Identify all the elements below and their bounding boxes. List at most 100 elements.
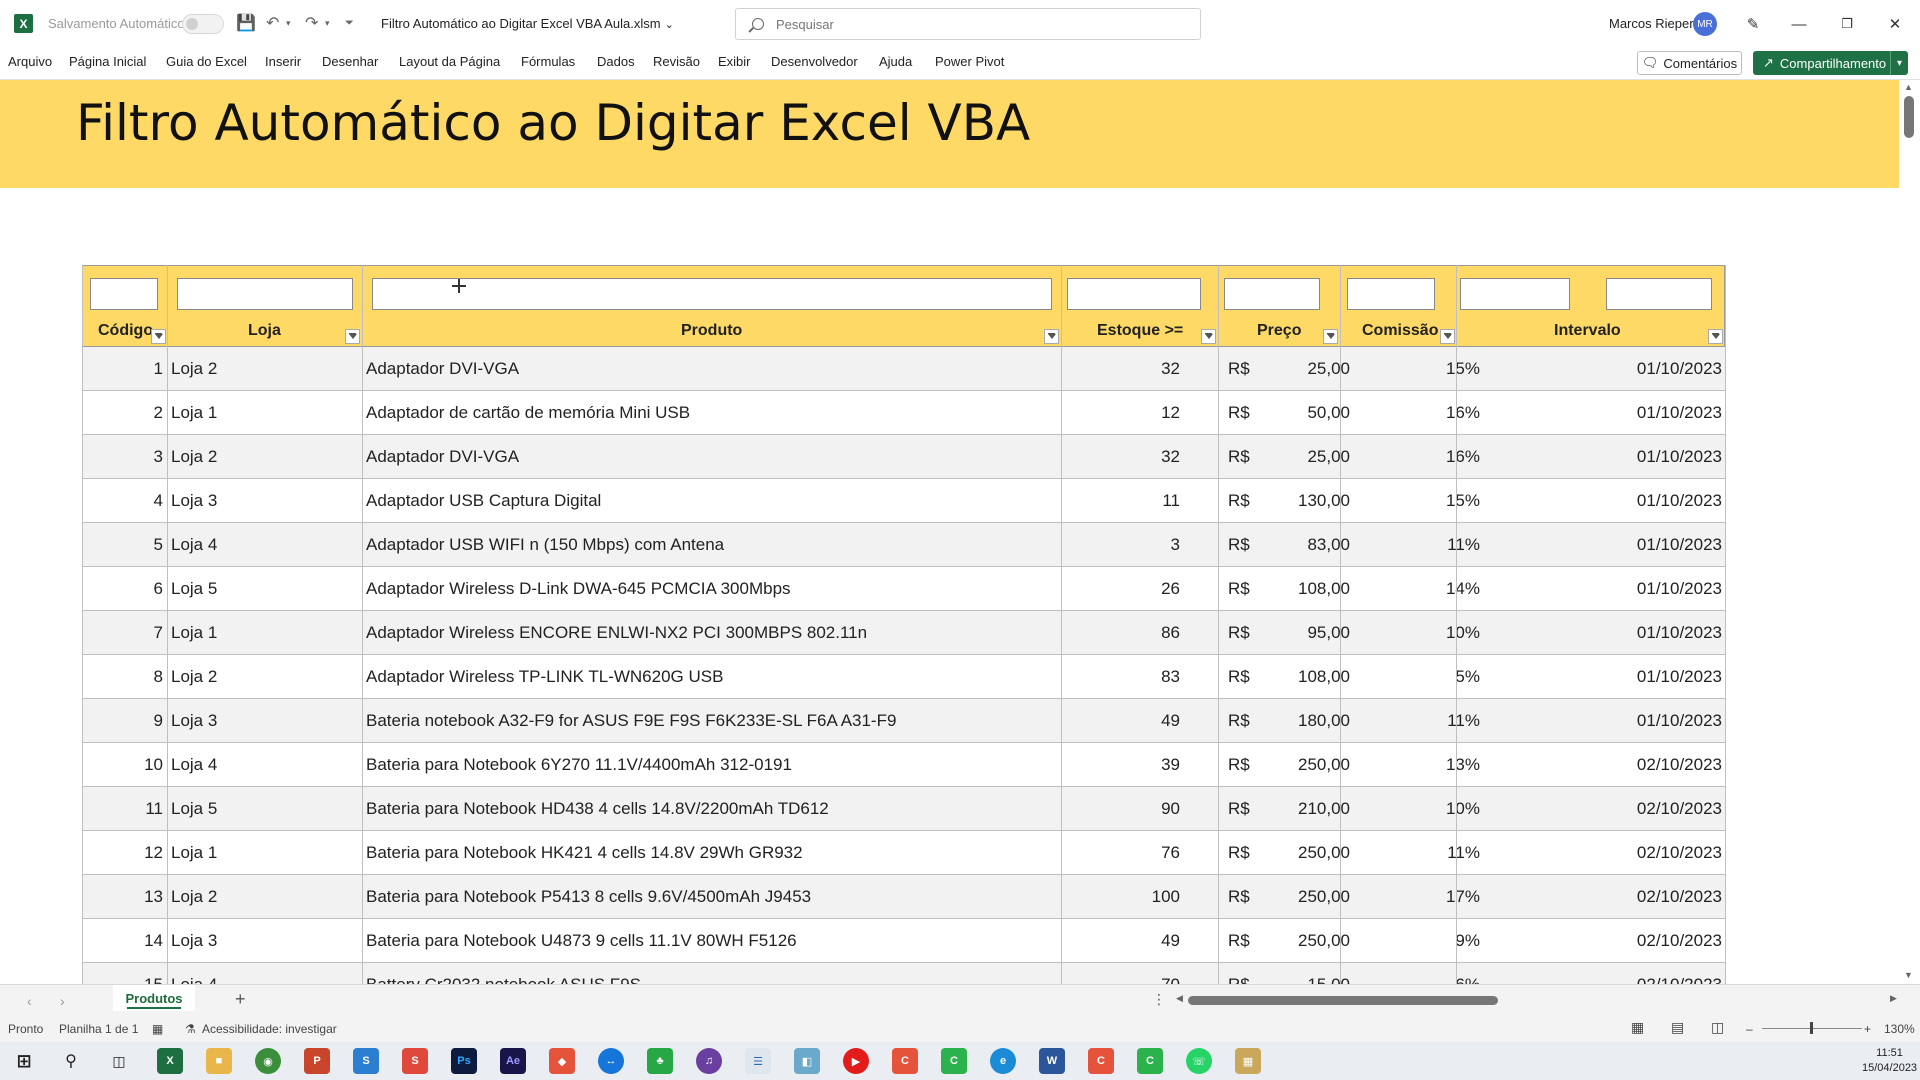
cell-intervalo[interactable]: 01/10/2023 <box>1489 347 1725 391</box>
filter-input-preco[interactable] <box>1224 278 1320 310</box>
cell-currency-symbol[interactable]: R$ <box>1228 831 1258 875</box>
scroll-left-icon[interactable]: ◀ <box>1176 993 1183 1004</box>
app-s-blue-icon[interactable]: S <box>353 1048 379 1074</box>
cell-preco[interactable]: 250,00 <box>1258 831 1358 875</box>
zoom-level[interactable]: 130% <box>1884 1022 1915 1036</box>
cell-estoque[interactable]: 12 <box>1062 391 1190 435</box>
cell-preco[interactable]: 250,00 <box>1258 743 1358 787</box>
cell-currency-symbol[interactable]: R$ <box>1228 391 1258 435</box>
cell-codigo[interactable]: 4 <box>82 479 166 523</box>
table-row[interactable]: 13 Loja 2 Bateria para Notebook P5413 8 ce… <box>82 875 1726 919</box>
comments-button[interactable]: 🗨 Comentários <box>1637 51 1742 75</box>
zoom-slider-handle[interactable] <box>1810 1022 1813 1034</box>
after-effects-icon[interactable]: Ae <box>500 1048 526 1074</box>
filter-dropdown-icon[interactable] <box>1201 329 1216 344</box>
cell-preco[interactable]: 180,00 <box>1258 699 1358 743</box>
cell-produto[interactable]: Adaptador DVI-VGA <box>366 347 1056 391</box>
word-icon[interactable]: W <box>1039 1048 1065 1074</box>
cell-produto[interactable]: Adaptador Wireless TP-LINK TL-WN620G USB <box>366 655 1056 699</box>
tab-revisao[interactable]: Revisão <box>653 54 700 69</box>
filter-input-produto[interactable] <box>372 278 1052 310</box>
tab-formulas[interactable]: Fórmulas <box>521 54 575 69</box>
windows-start-icon[interactable]: ⊞ <box>11 1048 37 1074</box>
cell-intervalo[interactable]: 02/10/2023 <box>1489 875 1725 919</box>
cell-loja[interactable]: Loja 2 <box>171 875 361 919</box>
tab-arquivo[interactable]: Arquivo <box>8 54 52 69</box>
cell-codigo[interactable]: 2 <box>82 391 166 435</box>
filter-input-intervalo-inicio[interactable] <box>1460 278 1570 310</box>
page-layout-view-icon[interactable]: ▤ <box>1671 1019 1684 1036</box>
cell-intervalo[interactable]: 01/10/2023 <box>1489 391 1725 435</box>
cell-currency-symbol[interactable]: R$ <box>1228 611 1258 655</box>
app-c-green-2-icon[interactable]: C <box>1137 1048 1163 1074</box>
cell-preco[interactable]: 130,00 <box>1258 479 1358 523</box>
filter-dropdown-icon[interactable] <box>1440 329 1455 344</box>
sheet-tab-produtos[interactable]: Produtos <box>113 985 195 1011</box>
table-row[interactable]: 12 Loja 1 Bateria para Notebook HK421 4 ce… <box>82 831 1726 875</box>
edge-icon[interactable]: e <box>990 1048 1016 1074</box>
cell-loja[interactable]: Loja 1 <box>171 831 361 875</box>
close-button[interactable]: ✕ <box>1883 12 1907 36</box>
cell-codigo[interactable]: 3 <box>82 435 166 479</box>
app-c-red-icon[interactable]: C <box>892 1048 918 1074</box>
cell-currency-symbol[interactable]: R$ <box>1228 743 1258 787</box>
cell-intervalo[interactable]: 01/10/2023 <box>1489 523 1725 567</box>
cell-estoque[interactable]: 11 <box>1062 479 1190 523</box>
app-green-icon[interactable]: ♣ <box>647 1048 673 1074</box>
cell-currency-symbol[interactable]: R$ <box>1228 347 1258 391</box>
cell-intervalo[interactable]: 02/10/2023 <box>1489 787 1725 831</box>
cell-produto[interactable]: Bateria para Notebook U4873 9 cells 11.1… <box>366 919 1056 963</box>
tab-layout-da-pagina[interactable]: Layout da Página <box>399 54 500 69</box>
cell-preco[interactable]: 108,00 <box>1258 567 1358 611</box>
cell-estoque[interactable]: 90 <box>1062 787 1190 831</box>
cell-codigo[interactable]: 10 <box>82 743 166 787</box>
cell-comissao[interactable]: 11% <box>1372 699 1483 743</box>
restore-button[interactable]: ❐ <box>1835 12 1859 36</box>
task-view-icon[interactable]: ◫ <box>106 1048 132 1074</box>
scroll-up-icon[interactable]: ▲ <box>1904 82 1913 92</box>
table-row[interactable]: 5 Loja 4 Adaptador USB WIFI n (150 Mbps) c… <box>82 523 1726 567</box>
table-row[interactable]: 9 Loja 3 Bateria notebook A32-F9 for ASUS … <box>82 699 1726 743</box>
cell-estoque[interactable]: 100 <box>1062 875 1190 919</box>
cell-produto[interactable]: Bateria para Notebook P5413 8 cells 9.6V… <box>366 875 1056 919</box>
cell-produto[interactable]: Adaptador DVI-VGA <box>366 435 1056 479</box>
next-sheet-icon[interactable]: › <box>60 993 65 1009</box>
cell-estoque[interactable]: 39 <box>1062 743 1190 787</box>
document-icon[interactable]: ☰ <box>745 1048 771 1074</box>
tab-desenhar[interactable]: Desenhar <box>322 54 378 69</box>
horizontal-scroll-thumb[interactable] <box>1188 996 1498 1005</box>
table-row[interactable]: 4 Loja 3 Adaptador USB Captura Digital 11 R$… <box>82 479 1726 523</box>
cell-loja[interactable]: Loja 4 <box>171 743 361 787</box>
filter-input-loja[interactable] <box>177 278 353 310</box>
clock[interactable]: 11:51 15/04/2023 <box>1862 1046 1917 1076</box>
cell-produto[interactable]: Adaptador USB Captura Digital <box>366 479 1056 523</box>
file-explorer-icon[interactable]: ■ <box>206 1048 232 1074</box>
cell-codigo[interactable]: 9 <box>82 699 166 743</box>
tab-exibir[interactable]: Exibir <box>718 54 751 69</box>
minimize-button[interactable]: — <box>1787 12 1811 36</box>
cell-currency-symbol[interactable]: R$ <box>1228 655 1258 699</box>
cell-intervalo[interactable]: 01/10/2023 <box>1489 699 1725 743</box>
cell-intervalo[interactable]: 01/10/2023 <box>1489 611 1725 655</box>
cell-estoque[interactable]: 26 <box>1062 567 1190 611</box>
cell-loja[interactable]: Loja 5 <box>171 787 361 831</box>
cell-currency-symbol[interactable]: R$ <box>1228 479 1258 523</box>
cell-estoque[interactable]: 76 <box>1062 831 1190 875</box>
cell-intervalo[interactable]: 02/10/2023 <box>1489 743 1725 787</box>
filter-dropdown-icon[interactable] <box>1708 329 1723 344</box>
cell-estoque[interactable]: 86 <box>1062 611 1190 655</box>
cell-codigo[interactable]: 6 <box>82 567 166 611</box>
cell-produto[interactable]: Adaptador Wireless ENCORE ENLWI-NX2 PCI … <box>366 611 1056 655</box>
cell-comissao[interactable]: 9% <box>1372 919 1483 963</box>
cell-comissao[interactable]: 16% <box>1372 435 1483 479</box>
tab-desenvolvedor[interactable]: Desenvolvedor <box>771 54 858 69</box>
cell-codigo[interactable]: 12 <box>82 831 166 875</box>
cell-preco[interactable]: 83,00 <box>1258 523 1358 567</box>
tab-ajuda[interactable]: Ajuda <box>879 54 912 69</box>
filter-dropdown-icon[interactable] <box>345 329 360 344</box>
table-row[interactable]: 2 Loja 1 Adaptador de cartão de memória Mi… <box>82 391 1726 435</box>
teamviewer-icon[interactable]: ↔ <box>598 1048 624 1074</box>
tab-power-pivot[interactable]: Power Pivot <box>935 54 1004 69</box>
cell-produto[interactable]: Bateria para Notebook HK421 4 cells 14.8… <box>366 831 1056 875</box>
avatar[interactable]: MR <box>1693 12 1717 36</box>
